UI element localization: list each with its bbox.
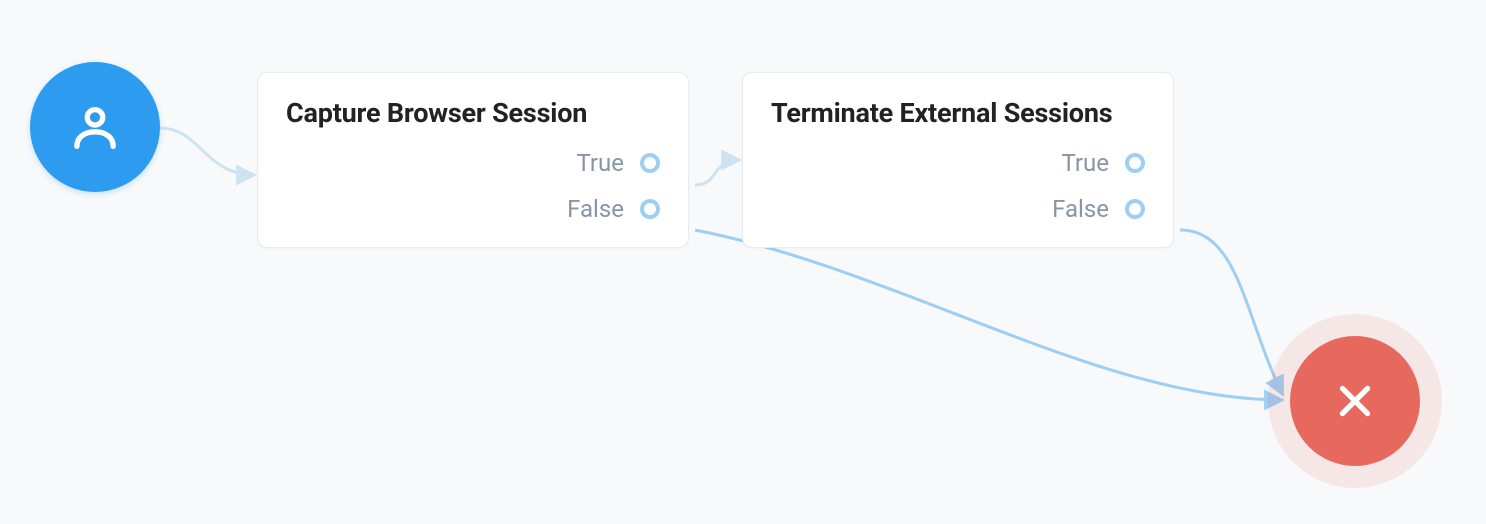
output-label: False [1052,195,1109,223]
output-label: False [567,195,624,223]
port-icon[interactable] [1125,199,1145,219]
output-false[interactable]: False [1052,195,1145,223]
step-outputs: True False [258,149,688,247]
end-node[interactable] [1290,336,1420,466]
edge-step1-false-to-end [695,230,1283,400]
flow-canvas: Capture Browser Session True False Termi… [0,0,1486,524]
edge-step1-true-to-step2 [695,160,740,185]
port-icon[interactable] [640,199,660,219]
edge-start-to-step1 [160,128,255,175]
output-true[interactable]: True [1061,149,1145,177]
user-icon [66,98,124,156]
edge-step2-false-to-end [1180,230,1283,395]
step-terminate-external-sessions[interactable]: Terminate External Sessions True False [742,72,1174,248]
step-capture-browser-session[interactable]: Capture Browser Session True False [257,72,689,248]
output-label: True [1061,149,1109,177]
output-false[interactable]: False [567,195,660,223]
step-outputs: True False [743,149,1173,247]
output-label: True [576,149,624,177]
output-true[interactable]: True [576,149,660,177]
port-icon[interactable] [1125,153,1145,173]
step-title: Capture Browser Session [258,73,688,149]
port-icon[interactable] [640,153,660,173]
start-node[interactable] [30,62,160,192]
x-icon [1330,376,1380,426]
step-title: Terminate External Sessions [743,73,1173,149]
